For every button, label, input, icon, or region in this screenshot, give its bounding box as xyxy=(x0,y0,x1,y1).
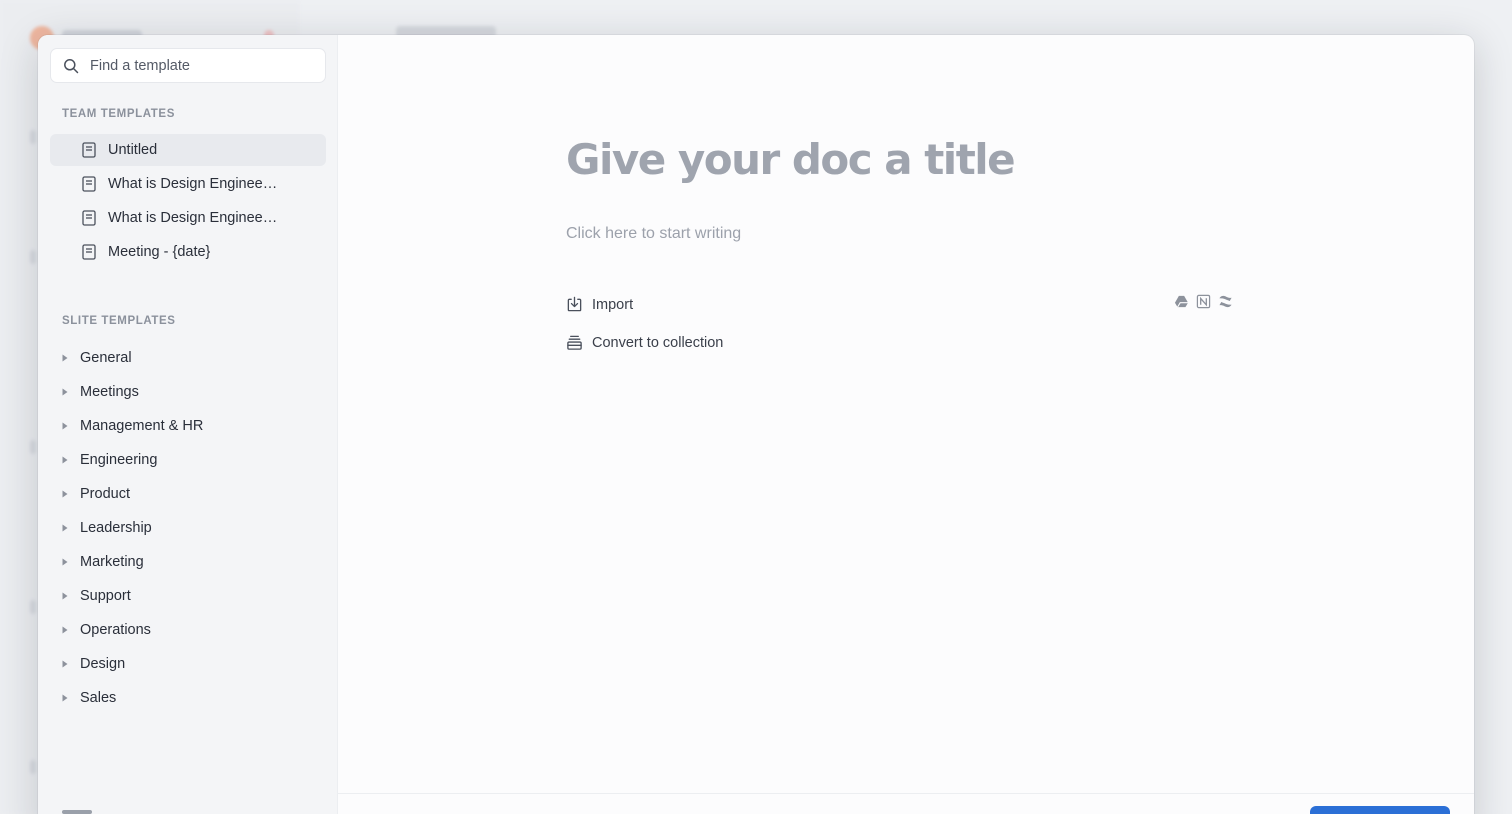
team-templates-list: Untitled What is Design Engineer… What is … xyxy=(50,134,326,270)
caret-right-icon xyxy=(62,388,68,396)
team-template-item[interactable]: Meeting - {date} xyxy=(50,236,326,268)
primary-action-button[interactable] xyxy=(1310,806,1450,814)
slite-category-label: Management & HR xyxy=(80,418,204,434)
caret-right-icon xyxy=(62,592,68,600)
convert-to-collection-button[interactable]: Convert to collection xyxy=(566,334,723,351)
slite-category-item[interactable]: Operations xyxy=(50,613,326,647)
slite-category-label: Support xyxy=(80,588,131,604)
caret-right-icon xyxy=(62,694,68,702)
slite-category-label: Sales xyxy=(80,690,117,706)
template-sidebar: TEAM TEMPLATES Untitled What is Design En… xyxy=(38,35,338,814)
background-marker xyxy=(30,440,36,454)
team-template-item[interactable]: What is Design Engineer… xyxy=(50,202,326,234)
document-icon xyxy=(82,176,96,192)
slite-category-label: Marketing xyxy=(80,554,144,570)
background-marker xyxy=(30,600,36,614)
team-template-label: Untitled xyxy=(108,142,158,158)
document-icon xyxy=(82,210,96,226)
slite-category-label: General xyxy=(80,350,132,366)
slite-category-item[interactable]: Meetings xyxy=(50,375,326,409)
convert-label: Convert to collection xyxy=(592,334,724,351)
slite-templates-heading: SLITE TEMPLATES xyxy=(62,315,176,327)
slite-category-label: Operations xyxy=(80,622,151,638)
team-template-label: Meeting - {date} xyxy=(108,244,211,260)
caret-right-icon xyxy=(62,558,68,566)
template-modal: TEAM TEMPLATES Untitled What is Design En… xyxy=(38,35,1474,814)
slite-category-item[interactable]: Product xyxy=(50,477,326,511)
slite-category-item[interactable]: Marketing xyxy=(50,545,326,579)
google-drive-icon[interactable] xyxy=(1174,294,1189,309)
team-templates-heading: TEAM TEMPLATES xyxy=(62,108,175,120)
document-icon xyxy=(82,244,96,260)
slite-category-item[interactable]: Leadership xyxy=(50,511,326,545)
slite-templates-list: General Meetings Management & HR Engineerin… xyxy=(50,341,326,715)
slite-category-item[interactable]: Sales xyxy=(50,681,326,715)
slite-category-label: Product xyxy=(80,486,130,502)
slite-category-item[interactable]: Engineering xyxy=(50,443,326,477)
slite-category-label: Design xyxy=(80,656,126,672)
doc-body-input[interactable]: Click here to start writing xyxy=(566,225,741,243)
background-marker xyxy=(30,760,36,774)
modal-footer xyxy=(338,793,1474,814)
slite-category-item[interactable]: General xyxy=(50,341,326,375)
caret-right-icon xyxy=(62,524,68,532)
template-search[interactable] xyxy=(50,48,326,83)
import-label: Import xyxy=(592,296,634,313)
slite-category-item[interactable]: Design xyxy=(50,647,326,681)
team-template-label: What is Design Engineer… xyxy=(108,176,278,192)
team-template-item[interactable]: What is Design Engineer… xyxy=(50,168,326,200)
template-search-input[interactable] xyxy=(90,57,310,74)
sidebar-footer-item xyxy=(62,810,92,814)
slite-category-item[interactable]: Support xyxy=(50,579,326,613)
caret-right-icon xyxy=(62,354,68,362)
notion-icon[interactable] xyxy=(1196,294,1211,309)
doc-title-input[interactable]: Give your doc a title xyxy=(566,135,1016,184)
import-button[interactable]: Import xyxy=(566,296,633,313)
slite-category-label: Engineering xyxy=(80,452,158,468)
import-icon xyxy=(567,296,582,312)
caret-right-icon xyxy=(62,626,68,634)
document-icon xyxy=(82,142,96,158)
doc-editor: Give your doc a title Click here to star… xyxy=(338,35,1474,814)
caret-right-icon xyxy=(62,422,68,430)
caret-right-icon xyxy=(62,660,68,668)
caret-right-icon xyxy=(62,490,68,498)
team-template-item[interactable]: Untitled xyxy=(50,134,326,166)
team-template-label: What is Design Engineer… xyxy=(108,210,278,226)
slite-category-label: Meetings xyxy=(80,384,139,400)
background-marker xyxy=(30,130,36,144)
slite-category-label: Leadership xyxy=(80,520,152,536)
confluence-icon[interactable] xyxy=(1218,294,1233,309)
background-marker xyxy=(30,250,36,264)
import-sources xyxy=(1174,294,1233,309)
caret-right-icon xyxy=(62,456,68,464)
collection-icon xyxy=(567,335,582,350)
slite-category-item[interactable]: Management & HR xyxy=(50,409,326,443)
search-icon xyxy=(64,58,79,73)
